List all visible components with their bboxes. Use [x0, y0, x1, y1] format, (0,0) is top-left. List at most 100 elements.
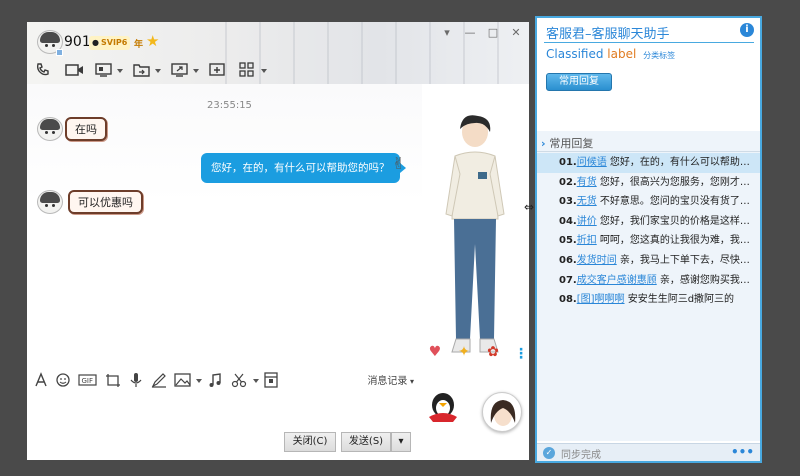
image-icon[interactable]	[174, 372, 202, 390]
menu-dropdown-button[interactable]: ▾	[440, 26, 454, 40]
reply-text: 呵呵，您这真的让我很为难，我请示...	[596, 235, 760, 247]
reply-number: 01.	[559, 157, 577, 168]
year-label: 年	[134, 40, 144, 50]
message-area[interactable]: 23:55:15 在吗 您好，在的，有什么可以帮助您的吗？ ✌ 可以优惠吗	[27, 84, 422, 384]
title-divider	[544, 42, 754, 43]
reply-item[interactable]: 02.有货 您好，很高兴为您服务，您刚才说的...	[537, 173, 760, 193]
info-icon[interactable]: i	[740, 23, 754, 37]
reply-number: 05.	[559, 235, 577, 247]
reply-item[interactable]: 04.讲价 您好，我们家宝贝的价格是这样的，...	[537, 212, 760, 232]
incoming-message-bubble[interactable]: 在吗	[65, 117, 107, 141]
gif-icon[interactable]: GIF	[78, 372, 98, 390]
bunny-avatar-icon[interactable]: ✌	[392, 154, 405, 173]
add-member-icon[interactable]	[209, 62, 229, 80]
message-input[interactable]	[27, 392, 422, 430]
input-toolbar: GIF 消息记录	[27, 370, 422, 390]
reply-item[interactable]: 07.成交客户感谢惠顾 亲，感谢您购买我们的...	[537, 271, 760, 291]
sync-check-icon: ✓	[543, 447, 555, 459]
reply-text: 您好，很高兴为您服务，您刚才说的...	[596, 176, 760, 188]
reply-text: 您好，在的，有什么可以帮助您的...	[606, 157, 760, 168]
reply-number: 02.	[559, 176, 577, 188]
doodle-icon[interactable]	[151, 372, 171, 390]
more-options-icon[interactable]: ⋮	[514, 346, 528, 362]
reply-tag[interactable]: 问候语	[577, 157, 607, 168]
reply-item[interactable]: 06.发货时间 亲，我马上下单下去，尽快给您...	[537, 251, 760, 271]
phone-icon[interactable]	[35, 62, 55, 80]
close-button[interactable]: 关闭(C)	[284, 432, 336, 452]
assistant-title: 客服君–客服聊天助手	[546, 27, 670, 42]
incoming-message-bubble[interactable]: 可以优惠吗	[68, 190, 143, 214]
lucky-bag-icon[interactable]: ✿	[483, 342, 503, 362]
reply-tag[interactable]: [图]啊啊啊	[577, 294, 625, 305]
close-window-button[interactable]: ✕	[509, 26, 523, 40]
window-controls: ▾ — □ ✕	[440, 26, 523, 40]
common-reply-button[interactable]: 常用回复	[546, 73, 612, 91]
outgoing-message-bubble[interactable]: 您好，在的，有什么可以帮助您的吗？	[201, 153, 405, 183]
svip-badge[interactable]: SVIP6	[89, 36, 131, 50]
screenshot-icon[interactable]	[105, 372, 125, 390]
common-reply-section: 常用回复 01.问候语 您好，在的，有什么可以帮助您的... 02.有货 您好，…	[537, 131, 760, 441]
reply-item[interactable]: 01.问候语 您好，在的，有什么可以帮助您的...	[537, 153, 760, 173]
message-timestamp: 23:55:15	[207, 100, 252, 111]
emoji-icon[interactable]	[55, 372, 75, 390]
reply-tag[interactable]: 讲价	[577, 216, 597, 227]
wand-icon[interactable]: ✦	[454, 342, 474, 362]
minimize-button[interactable]: —	[463, 26, 477, 40]
video-icon[interactable]	[65, 62, 85, 80]
chat-window: 901 SVIP6 年 ★ ▾ — □ ✕	[27, 22, 529, 460]
assistant-panel: 客服君–客服聊天助手 i Classified label 分类标签 常用回复 …	[535, 16, 762, 463]
status-bar: ✓ 同步完成 •••	[537, 443, 760, 461]
reply-number: 04.	[559, 215, 577, 227]
reply-item[interactable]: 05.折扣 呵呵，您这真的让我很为难，我请示...	[537, 231, 760, 251]
red-packet-icon[interactable]	[263, 372, 283, 390]
label-word: label	[607, 47, 637, 61]
reply-divider	[537, 151, 760, 152]
reply-tag[interactable]: 无货	[577, 196, 597, 207]
reply-tag[interactable]: 折扣	[577, 235, 597, 246]
message-history-link[interactable]: 消息记录	[367, 372, 414, 387]
reply-text: 不好意思。您问的宝贝没有货了，...	[596, 196, 760, 208]
voice-icon[interactable]	[128, 372, 148, 390]
resize-handle-icon[interactable]: ⇔	[524, 200, 534, 214]
header-toolbar	[35, 62, 267, 80]
reply-item[interactable]: 08.[图]啊啊啊 安安生生阿三d撒阿三的	[537, 290, 760, 310]
chat-header: 901 SVIP6 年 ★ ▾ — □ ✕	[27, 22, 529, 84]
qq-penguin-icon[interactable]	[425, 389, 461, 425]
contact-message-avatar[interactable]	[37, 190, 63, 214]
reply-number: 08.	[559, 294, 577, 306]
online-status-icon	[56, 49, 63, 56]
classified-label-heading: Classified label 分类标签	[546, 47, 675, 61]
reply-header[interactable]: 常用回复	[541, 135, 593, 151]
reply-item[interactable]: 03.无货 不好意思。您问的宝贝没有货了，...	[537, 192, 760, 212]
music-icon[interactable]	[207, 372, 227, 390]
reply-text: 亲，我马上下单下去，尽快给您...	[616, 254, 760, 266]
classified-word: Classified	[546, 47, 604, 61]
reply-tag[interactable]: 有货	[577, 177, 597, 188]
file-transfer-icon[interactable]	[133, 62, 161, 80]
reply-number: 06.	[559, 254, 577, 266]
girl-avatar[interactable]	[482, 392, 522, 432]
classified-sublabel: 分类标签	[643, 51, 676, 60]
sync-status: 同步完成	[561, 450, 601, 461]
reply-text: 您好，我们家宝贝的价格是这样的，...	[596, 215, 760, 227]
reply-list: 01.问候语 您好，在的，有什么可以帮助您的... 02.有货 您好，很高兴为您…	[537, 153, 760, 310]
reply-text: 亲，感谢您购买我们的...	[656, 274, 760, 286]
apps-icon[interactable]	[239, 62, 267, 80]
send-button[interactable]: 发送(S)	[341, 432, 391, 452]
character-figure[interactable]	[440, 114, 510, 364]
maximize-button[interactable]: □	[486, 26, 500, 40]
reply-tag[interactable]: 成交客户感谢惠顾	[577, 275, 657, 286]
reply-tag[interactable]: 发货时间	[577, 255, 617, 266]
star-icon[interactable]: ★	[146, 32, 159, 50]
character-show-pane: ♥ ✦ ✿ ⋮	[422, 84, 529, 460]
remote-desktop-icon[interactable]	[171, 62, 199, 80]
more-icon[interactable]: •••	[731, 445, 754, 459]
contact-message-avatar[interactable]	[37, 117, 63, 141]
scissors-icon[interactable]	[231, 372, 259, 390]
send-options-dropdown[interactable]: ▾	[391, 432, 411, 452]
font-icon[interactable]	[33, 372, 53, 390]
screen-share-icon[interactable]	[95, 62, 123, 80]
heart-gift-icon[interactable]: ♥	[425, 342, 445, 362]
reply-number: 03.	[559, 196, 577, 208]
contact-name[interactable]: 901	[64, 34, 91, 50]
